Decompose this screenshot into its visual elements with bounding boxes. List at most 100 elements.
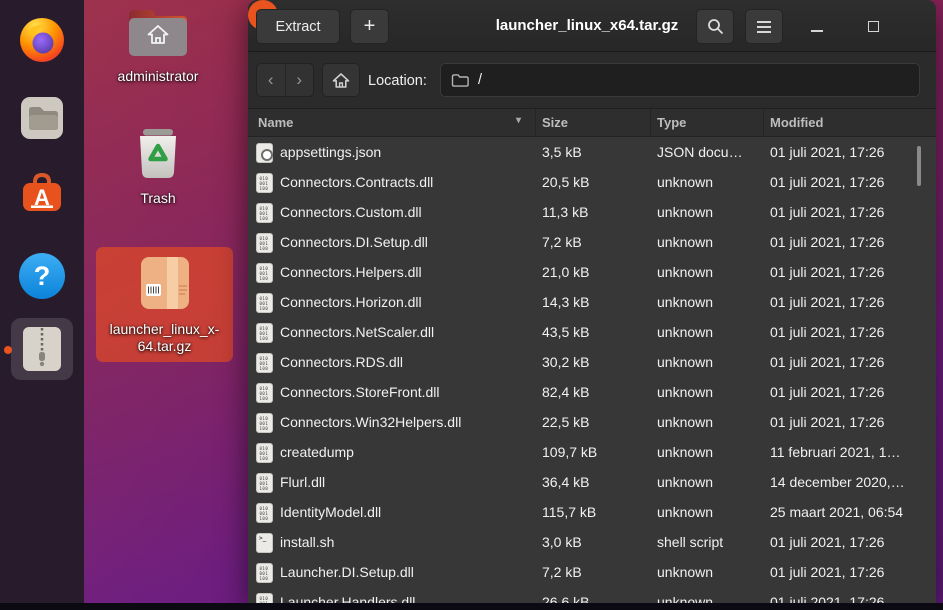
package-icon — [137, 255, 193, 311]
binary-file-icon — [256, 263, 273, 283]
file-modified: 01 juli 2021, 17:26 — [770, 354, 884, 370]
desktop-icon-label: Trash — [98, 190, 218, 207]
file-name: createdump — [280, 444, 354, 460]
home-icon — [332, 72, 350, 89]
desktop-icon-launcher-archive[interactable]: launcher_linux_x- 64.tar.gz — [96, 247, 233, 362]
file-size: 43,5 kB — [542, 324, 589, 340]
dock-item-files[interactable] — [18, 94, 66, 142]
table-row[interactable]: Connectors.Custom.dll11,3 kBunknown01 ju… — [248, 198, 936, 228]
dock-item-firefox[interactable] — [18, 16, 66, 64]
file-type: unknown — [657, 444, 713, 460]
minimize-button[interactable] — [798, 9, 836, 44]
desktop-icon-trash[interactable]: Trash — [98, 124, 218, 207]
file-size: 3,5 kB — [542, 144, 582, 160]
extract-button[interactable]: Extract — [256, 9, 340, 44]
dock-item-ubuntu-software[interactable]: A — [18, 169, 66, 217]
home-button[interactable] — [322, 63, 360, 97]
binary-file-icon — [256, 323, 273, 343]
table-row[interactable]: Launcher.DI.Setup.dll7,2 kBunknown01 jul… — [248, 558, 936, 588]
file-modified: 25 maart 2021, 06:54 — [770, 504, 903, 520]
column-divider — [535, 109, 536, 137]
column-header-modified[interactable]: Modified — [770, 115, 823, 130]
table-row[interactable]: IdentityModel.dll115,7 kBunknown25 maart… — [248, 498, 936, 528]
file-name: Connectors.StoreFront.dll — [280, 384, 440, 400]
desktop-icon-label: launcher_linux_x- 64.tar.gz — [96, 321, 233, 355]
table-row[interactable]: Flurl.dll36,4 kBunknown14 december 2020,… — [248, 468, 936, 498]
file-name: Flurl.dll — [280, 474, 325, 490]
file-size: 115,7 kB — [542, 504, 596, 520]
table-row[interactable]: Launcher.Handlers.dll26,6 kBunknown01 ju… — [248, 588, 936, 603]
binary-file-icon — [256, 203, 273, 223]
desktop-icon-administrator[interactable]: administrator — [88, 6, 228, 85]
file-modified: 01 juli 2021, 17:26 — [770, 204, 884, 220]
binary-file-icon — [256, 593, 273, 603]
titlebar: Extract + launcher_linux_x64.tar.gz × — [248, 0, 936, 52]
column-header-name[interactable]: Name — [258, 115, 293, 130]
back-button[interactable]: ‹ — [257, 64, 286, 96]
folder-icon — [451, 73, 469, 88]
search-button[interactable] — [696, 9, 734, 44]
binary-file-icon — [256, 293, 273, 313]
table-row[interactable]: createdump 109,7 kB unknown 11 februari 202… — [248, 438, 936, 468]
table-row[interactable]: Connectors.Horizon.dll14,3 kBunknown01 j… — [248, 288, 936, 318]
table-row[interactable]: appsettings.json3,5 kBJSON docu…01 juli … — [248, 138, 936, 168]
file-name: Connectors.Contracts.dll — [280, 174, 433, 190]
help-icon: ? — [18, 252, 66, 300]
table-row[interactable]: Connectors.Contracts.dll20,5 kBunknown01… — [248, 168, 936, 198]
column-header-size[interactable]: Size — [542, 115, 568, 130]
file-modified: 01 juli 2021, 17:26 — [770, 564, 884, 580]
file-name: Connectors.DI.Setup.dll — [280, 234, 428, 250]
file-size: 82,4 kB — [542, 384, 589, 400]
dock-item-archive-manager[interactable] — [11, 318, 73, 380]
file-type: unknown — [657, 504, 713, 520]
file-size: 7,2 kB — [542, 234, 582, 250]
table-row[interactable]: install.sh3,0 kBshell script01 juli 2021… — [248, 528, 936, 558]
file-modified: 01 juli 2021, 17:26 — [770, 144, 884, 160]
hamburger-icon — [757, 18, 771, 36]
ubuntu-software-icon: A — [18, 169, 66, 217]
column-divider — [650, 109, 651, 137]
table-row[interactable]: Connectors.DI.Setup.dll7,2 kBunknown01 j… — [248, 228, 936, 258]
table-row[interactable]: Connectors.RDS.dll30,2 kBunknown01 juli … — [248, 348, 936, 378]
files-icon — [18, 94, 66, 142]
firefox-icon — [18, 16, 66, 64]
file-type: unknown — [657, 414, 713, 430]
scrollbar-thumb[interactable] — [917, 146, 921, 186]
file-size: 3,0 kB — [542, 534, 582, 550]
table-row[interactable]: Connectors.NetScaler.dll43,5 kBunknown01… — [248, 318, 936, 348]
file-modified: 01 juli 2021, 17:26 — [770, 534, 884, 550]
folder-home-icon — [126, 6, 190, 58]
location-field[interactable]: / — [440, 63, 920, 97]
file-name: Connectors.Helpers.dll — [280, 264, 422, 280]
file-modified: 11 februari 2021, 1… — [770, 444, 901, 460]
running-indicator-dot — [4, 346, 12, 354]
maximize-icon — [868, 21, 879, 32]
file-type: JSON docu… — [657, 144, 743, 160]
table-row[interactable]: Connectors.Helpers.dll21,0 kBunknown01 j… — [248, 258, 936, 288]
file-size: 22,5 kB — [542, 414, 589, 430]
column-header-type[interactable]: Type — [657, 115, 686, 130]
file-type: unknown — [657, 384, 713, 400]
file-modified: 01 juli 2021, 17:26 — [770, 384, 884, 400]
location-label: Location: — [368, 52, 427, 109]
svg-text:?: ? — [34, 261, 51, 291]
menu-button[interactable] — [745, 9, 783, 44]
dock-item-help[interactable]: ? — [18, 252, 66, 300]
file-type: unknown — [657, 474, 713, 490]
add-files-button[interactable]: + — [350, 9, 389, 44]
file-size: 30,2 kB — [542, 354, 589, 370]
file-size: 109,7 kB — [542, 444, 597, 460]
maximize-button[interactable] — [854, 9, 892, 44]
file-name: Launcher.Handlers.dll — [280, 594, 415, 603]
file-name: Launcher.DI.Setup.dll — [280, 564, 414, 580]
binary-file-icon — [256, 473, 273, 493]
file-size: 14,3 kB — [542, 294, 589, 310]
table-row[interactable]: Connectors.Win32Helpers.dll 22,5 kB unknow… — [248, 408, 936, 438]
desktop: A ? — [0, 0, 943, 610]
file-modified: 01 juli 2021, 17:26 — [770, 264, 884, 280]
table-row[interactable]: Connectors.StoreFront.dll 82,4 kB unknown 0… — [248, 378, 936, 408]
file-size: 21,0 kB — [542, 264, 589, 280]
file-name: Connectors.Win32Helpers.dll — [280, 414, 461, 430]
forward-button[interactable]: › — [286, 64, 314, 96]
file-modified: 01 juli 2021, 17:26 — [770, 324, 884, 340]
